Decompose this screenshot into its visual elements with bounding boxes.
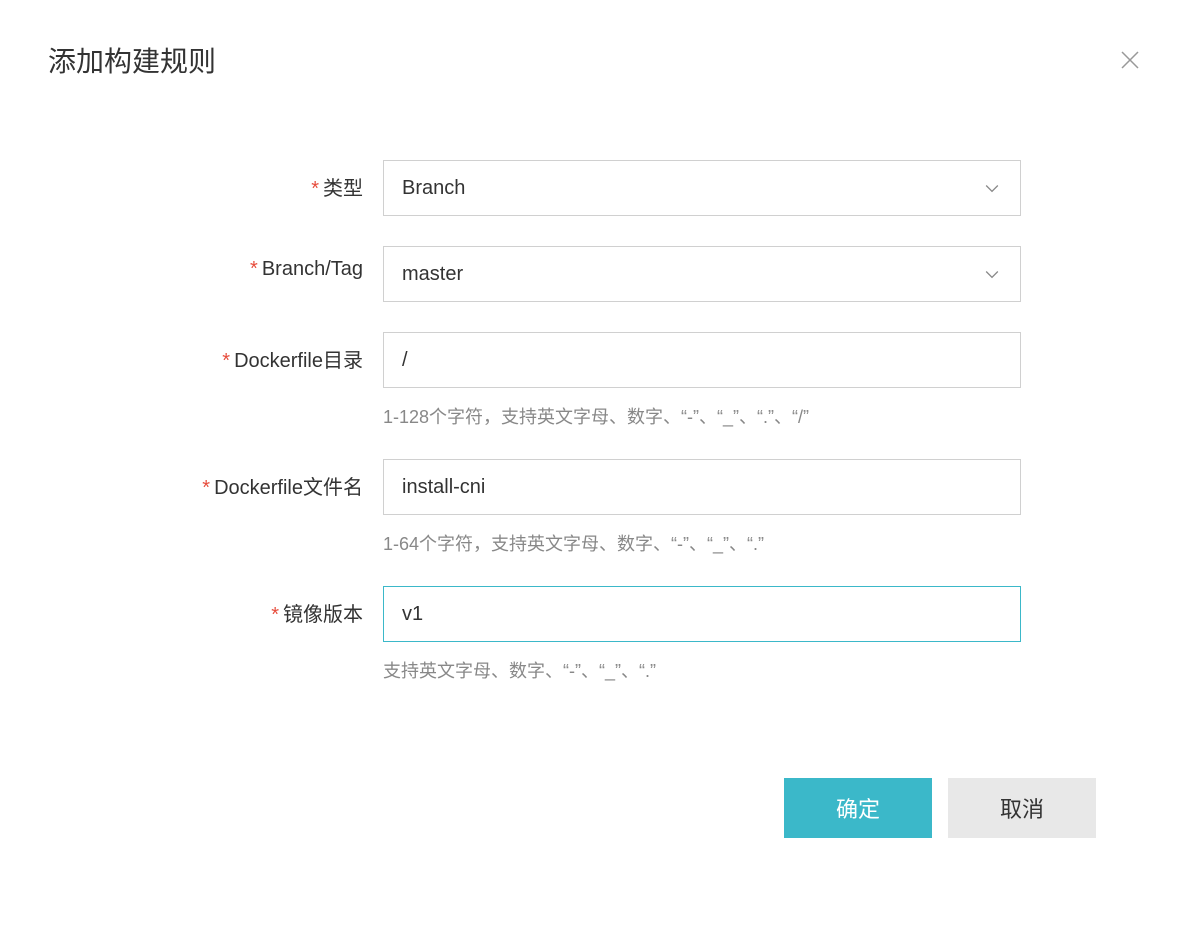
form-row-type: *类型 Branch: [88, 160, 1144, 216]
select-type-value: Branch: [402, 177, 982, 200]
label-branch-tag: *Branch/Tag: [88, 246, 383, 281]
control-wrap-dockerfile-dir: 1-128个字符，支持英文字母、数字、“-”、“_”、“.”、“/”: [383, 332, 1021, 429]
select-branch-tag-value: master: [402, 263, 982, 286]
chevron-down-icon: [982, 264, 1002, 284]
dialog-add-build-rule: 添加构建规则 *类型 Branch *B: [0, 0, 1192, 878]
dialog-footer: 确定 取消: [48, 778, 1144, 838]
dialog-header: 添加构建规则: [48, 40, 1144, 80]
form-row-branch-tag: *Branch/Tag master: [88, 246, 1144, 302]
chevron-down-icon: [982, 178, 1002, 198]
confirm-button[interactable]: 确定: [784, 778, 932, 838]
control-wrap-branch-tag: master: [383, 246, 1021, 302]
label-dockerfile-name: *Dockerfile文件名: [88, 459, 383, 500]
form: *类型 Branch *Branch/Tag master: [48, 160, 1144, 683]
select-type[interactable]: Branch: [383, 160, 1021, 216]
cancel-button[interactable]: 取消: [948, 778, 1096, 838]
label-image-version: *镜像版本: [88, 586, 383, 627]
required-mark: *: [311, 178, 319, 200]
close-icon: [1118, 48, 1142, 72]
hint-dockerfile-dir: 1-128个字符，支持英文字母、数字、“-”、“_”、“.”、“/”: [383, 403, 1021, 429]
control-wrap-dockerfile-name: 1-64个字符，支持英文字母、数字、“-”、“_”、“.”: [383, 459, 1021, 556]
form-row-dockerfile-name: *Dockerfile文件名 1-64个字符，支持英文字母、数字、“-”、“_”…: [88, 459, 1144, 556]
form-row-dockerfile-dir: *Dockerfile目录 1-128个字符，支持英文字母、数字、“-”、“_”…: [88, 332, 1144, 429]
input-dockerfile-dir[interactable]: [383, 332, 1021, 388]
hint-image-version: 支持英文字母、数字、“-”、“_”、“.”: [383, 657, 1021, 683]
dialog-title: 添加构建规则: [48, 40, 216, 80]
control-wrap-type: Branch: [383, 160, 1021, 216]
label-dockerfile-dir: *Dockerfile目录: [88, 332, 383, 373]
control-wrap-image-version: 支持英文字母、数字、“-”、“_”、“.”: [383, 586, 1021, 683]
required-mark: *: [250, 258, 258, 280]
hint-dockerfile-name: 1-64个字符，支持英文字母、数字、“-”、“_”、“.”: [383, 530, 1021, 556]
form-row-image-version: *镜像版本 支持英文字母、数字、“-”、“_”、“.”: [88, 586, 1144, 683]
input-image-version[interactable]: [383, 586, 1021, 642]
select-branch-tag[interactable]: master: [383, 246, 1021, 302]
required-mark: *: [222, 350, 230, 372]
close-button[interactable]: [1116, 46, 1144, 74]
label-type: *类型: [88, 160, 383, 201]
required-mark: *: [271, 604, 279, 626]
input-dockerfile-name[interactable]: [383, 459, 1021, 515]
required-mark: *: [202, 477, 210, 499]
